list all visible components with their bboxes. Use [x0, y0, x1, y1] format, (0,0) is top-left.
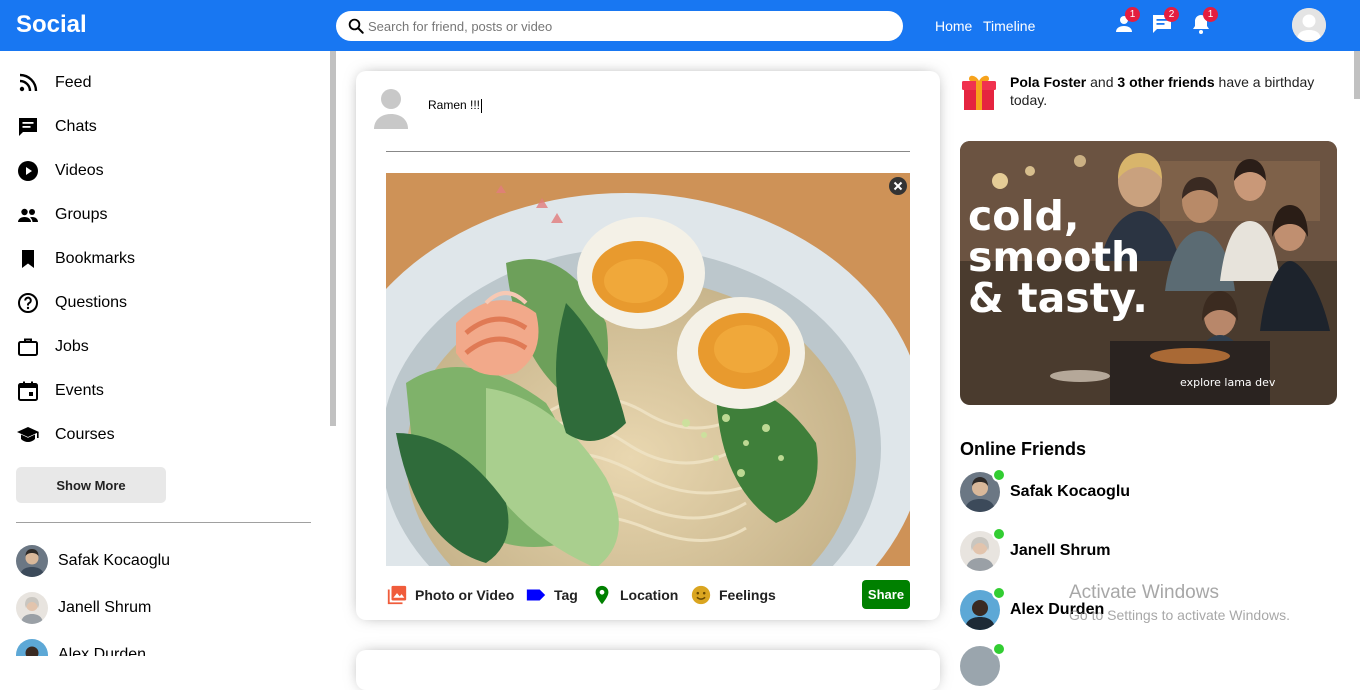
- option-label: Tag: [554, 587, 578, 603]
- rss-feed-icon: [19, 73, 38, 92]
- logo[interactable]: Social: [16, 11, 87, 39]
- online-status-dot: [992, 586, 1006, 600]
- chat-icon: [19, 118, 37, 136]
- group-icon: [18, 208, 38, 222]
- friend-item[interactable]: Alex Durden: [16, 639, 146, 656]
- sidebar-item-jobs[interactable]: Jobs: [16, 334, 89, 360]
- ramen-image: [386, 173, 910, 566]
- share-card: Ramen !!! Photo or Video Tag Location Fe…: [356, 71, 940, 620]
- share-button[interactable]: Share: [862, 580, 910, 609]
- online-friend-item[interactable]: [960, 642, 1006, 686]
- share-input-text: Ramen !!!: [428, 98, 481, 112]
- help-outline-icon: [18, 293, 38, 313]
- birthday-connector: and: [1086, 74, 1118, 90]
- share-divider: [386, 151, 910, 152]
- post-card: [356, 650, 940, 690]
- option-label: Photo or Video: [415, 587, 515, 603]
- gift-icon: [962, 75, 996, 110]
- location-pin-icon: [595, 585, 609, 605]
- avatar[interactable]: [372, 87, 410, 131]
- activate-windows-subtitle: Go to Settings to activate Windows.: [1069, 607, 1290, 623]
- friend-item[interactable]: Janell Shrum: [16, 592, 151, 624]
- notifications-badge: 1: [1203, 7, 1218, 22]
- option-location[interactable]: Location: [591, 583, 678, 607]
- friend-name: Alex Durden: [58, 646, 147, 656]
- sidebar-item-courses[interactable]: Courses: [16, 422, 115, 448]
- advertisement-image[interactable]: cold, smooth & tasty. explore lama dev: [960, 141, 1337, 405]
- birthday-notice: Pola Foster and 3 other friends have a b…: [1010, 73, 1340, 109]
- sidebar-item-label: Courses: [55, 426, 115, 443]
- share-image-preview: [386, 173, 910, 566]
- avatar: [960, 586, 1006, 630]
- avatar: [16, 639, 48, 656]
- nav-link-home[interactable]: Home: [935, 18, 972, 34]
- sidebar: Feed Chats Videos Groups Bookmarks Quest…: [0, 51, 330, 656]
- sidebar-item-videos[interactable]: Videos: [16, 158, 104, 184]
- friend-name: Janell Shrum: [58, 599, 152, 616]
- sidebar-item-label: Bookmarks: [55, 250, 136, 267]
- online-friend-name: Janell Shrum: [1010, 542, 1111, 559]
- sidebar-item-questions[interactable]: Questions: [16, 290, 127, 316]
- bookmark-icon: [22, 250, 34, 268]
- play-circle-icon: [18, 161, 38, 181]
- event-icon: [18, 381, 38, 401]
- birthday-name[interactable]: Pola Foster: [1010, 74, 1086, 90]
- search-input[interactable]: [368, 11, 888, 41]
- avatar: [16, 592, 48, 624]
- sidebar-item-label: Videos: [55, 162, 104, 179]
- online-friend-name: Safak Kocaoglu: [1010, 483, 1131, 500]
- nav-link-timeline[interactable]: Timeline: [983, 18, 1035, 34]
- option-label: Feelings: [719, 587, 776, 603]
- school-icon: [17, 427, 39, 442]
- text-caret: [481, 98, 483, 113]
- online-status-dot: [992, 527, 1006, 541]
- ad-footer-text: explore lama dev: [1180, 376, 1276, 389]
- profile-avatar[interactable]: [1292, 8, 1326, 42]
- ad-headline-line3: & tasty.: [968, 274, 1148, 322]
- sidebar-divider: [16, 522, 311, 523]
- friend-item[interactable]: Safak Kocaoglu: [16, 545, 170, 577]
- option-tag[interactable]: Tag: [525, 583, 578, 607]
- label-icon: [526, 589, 546, 601]
- sidebar-item-groups[interactable]: Groups: [16, 202, 107, 228]
- topbar: Social Home Timeline 1 2 1: [0, 0, 1360, 51]
- messages-badge: 2: [1164, 7, 1179, 22]
- page-scrollbar[interactable]: [1354, 51, 1360, 99]
- avatar: [960, 527, 1006, 571]
- search-bar[interactable]: [336, 11, 903, 41]
- avatar: [16, 545, 48, 577]
- birthday-others[interactable]: 3 other friends: [1117, 74, 1214, 90]
- option-photo-video[interactable]: Photo or Video: [386, 583, 514, 607]
- option-label: Location: [620, 587, 679, 603]
- photo-library-icon: [387, 585, 407, 605]
- online-friend-item[interactable]: Safak Kocaoglu: [960, 468, 1131, 512]
- search-icon: [348, 18, 364, 34]
- sidebar-item-feed[interactable]: Feed: [16, 70, 91, 96]
- close-icon[interactable]: [888, 176, 908, 196]
- activate-windows-title: Activate Windows: [1069, 582, 1219, 603]
- online-status-dot: [992, 468, 1006, 482]
- sidebar-item-bookmarks[interactable]: Bookmarks: [16, 246, 135, 272]
- avatar: [960, 468, 1006, 512]
- sidebar-item-label: Events: [55, 382, 104, 399]
- work-outline-icon: [18, 338, 38, 356]
- sidebar-scrollbar[interactable]: [330, 51, 336, 426]
- show-more-button[interactable]: Show More: [16, 467, 166, 503]
- sidebar-item-label: Jobs: [55, 338, 89, 355]
- sidebar-item-label: Groups: [55, 206, 108, 223]
- online-status-dot: [992, 642, 1006, 656]
- option-feelings[interactable]: Feelings: [690, 583, 776, 607]
- friend-name: Safak Kocaoglu: [58, 552, 171, 569]
- friend-requests-badge: 1: [1125, 7, 1140, 22]
- sidebar-item-label: Questions: [55, 294, 128, 311]
- online-friend-item[interactable]: Janell Shrum: [960, 527, 1111, 571]
- emoji-icon: [691, 585, 711, 605]
- sidebar-item-chats[interactable]: Chats: [16, 114, 97, 140]
- sidebar-item-label: Chats: [55, 118, 97, 135]
- avatar: [960, 642, 1006, 686]
- sidebar-item-events[interactable]: Events: [16, 378, 104, 404]
- online-friends-title: Online Friends: [960, 439, 1087, 459]
- share-input[interactable]: Ramen !!!: [428, 98, 483, 113]
- sidebar-item-label: Feed: [55, 74, 92, 91]
